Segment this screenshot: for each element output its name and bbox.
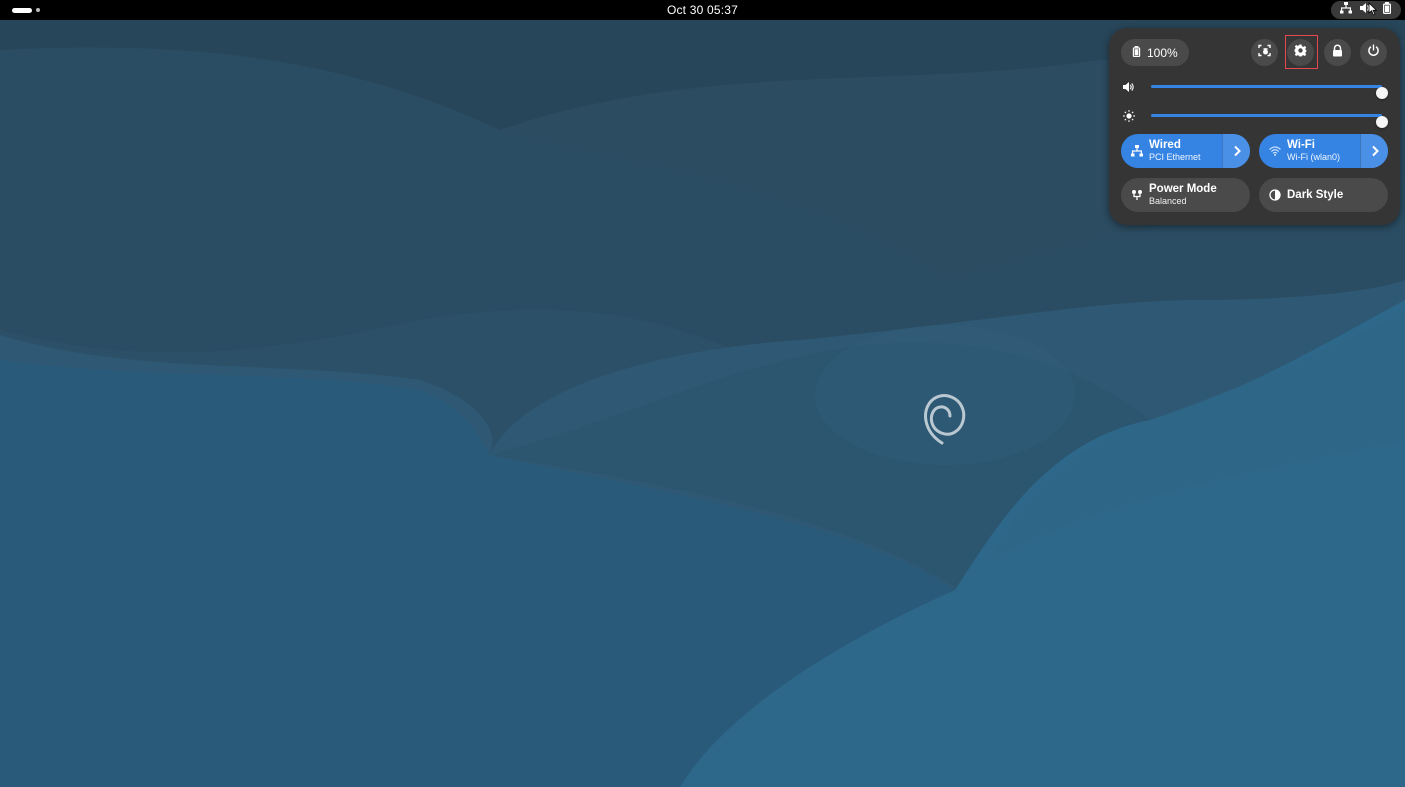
power-profile-icon xyxy=(1131,189,1143,201)
clock[interactable]: Oct 30 05:37 xyxy=(661,3,744,17)
settings-button[interactable] xyxy=(1287,39,1314,66)
quick-settings-panel: 100% Wired PCI Ethernet Wi-Fi Wi-Fi (wla… xyxy=(1109,28,1400,225)
network-wired-icon xyxy=(1131,145,1143,157)
system-menu-button[interactable] xyxy=(1331,1,1401,19)
wired-menu-arrow[interactable] xyxy=(1222,134,1250,168)
battery-icon xyxy=(1381,1,1393,19)
power-icon xyxy=(1367,44,1380,62)
battery-percentage: 100% xyxy=(1147,45,1178,60)
power-mode-toggle[interactable]: Power Mode Balanced xyxy=(1121,178,1250,212)
wired-toggle-title: Wired xyxy=(1149,139,1181,151)
volume-slider[interactable] xyxy=(1151,85,1388,99)
brightness-slider[interactable] xyxy=(1151,114,1388,128)
dark-mode-icon xyxy=(1269,189,1281,201)
dark-style-toggle-title: Dark Style xyxy=(1287,188,1344,201)
wifi-toggle-subtitle: Wi-Fi (wlan0) xyxy=(1287,152,1340,162)
brightness-slider-row xyxy=(1121,107,1389,128)
screenshot-icon xyxy=(1258,44,1271,62)
network-wired-icon xyxy=(1339,1,1352,19)
battery-icon xyxy=(1131,45,1142,60)
battery-status-button[interactable]: 100% xyxy=(1121,39,1189,66)
volume-slider-handle[interactable] xyxy=(1376,87,1388,99)
wired-toggle-main[interactable]: Wired PCI Ethernet xyxy=(1121,134,1222,168)
clock-container: Oct 30 05:37 xyxy=(0,0,1405,20)
volume-icon[interactable] xyxy=(1123,80,1135,92)
wired-toggle[interactable]: Wired PCI Ethernet xyxy=(1121,134,1250,168)
wifi-toggle[interactable]: Wi-Fi Wi-Fi (wlan0) xyxy=(1259,134,1388,168)
brightness-slider-fill xyxy=(1151,114,1382,117)
brightness-icon xyxy=(1123,109,1135,122)
wifi-toggle-main[interactable]: Wi-Fi Wi-Fi (wlan0) xyxy=(1259,134,1360,168)
lock-screen-button[interactable] xyxy=(1324,39,1351,66)
debian-logo xyxy=(924,394,966,445)
workspace-indicator-active xyxy=(12,7,32,13)
screenshot-button[interactable] xyxy=(1251,39,1278,66)
top-bar: Oct 30 05:37 xyxy=(0,0,1405,20)
volume-icon xyxy=(1360,1,1372,19)
wifi-toggle-title: Wi-Fi xyxy=(1287,139,1315,151)
activities-button[interactable] xyxy=(8,3,52,17)
wired-toggle-subtitle: PCI Ethernet xyxy=(1149,152,1201,162)
wifi-icon xyxy=(1269,145,1281,157)
chevron-right-icon xyxy=(1233,145,1241,157)
power-off-button[interactable] xyxy=(1360,39,1387,66)
dark-style-toggle[interactable]: Dark Style xyxy=(1259,178,1388,212)
workspace-indicator xyxy=(36,8,40,12)
brightness-slider-handle[interactable] xyxy=(1376,116,1388,128)
volume-slider-row xyxy=(1121,78,1389,99)
wifi-menu-arrow[interactable] xyxy=(1360,134,1388,168)
power-mode-toggle-main[interactable]: Power Mode Balanced xyxy=(1121,178,1250,212)
chevron-right-icon xyxy=(1371,145,1379,157)
settings-icon xyxy=(1294,44,1307,62)
power-mode-toggle-title: Power Mode xyxy=(1149,183,1217,195)
volume-slider-fill xyxy=(1151,85,1382,88)
power-mode-toggle-subtitle: Balanced xyxy=(1149,196,1187,206)
lock-icon xyxy=(1331,44,1344,62)
dark-style-toggle-main[interactable]: Dark Style xyxy=(1259,178,1388,212)
